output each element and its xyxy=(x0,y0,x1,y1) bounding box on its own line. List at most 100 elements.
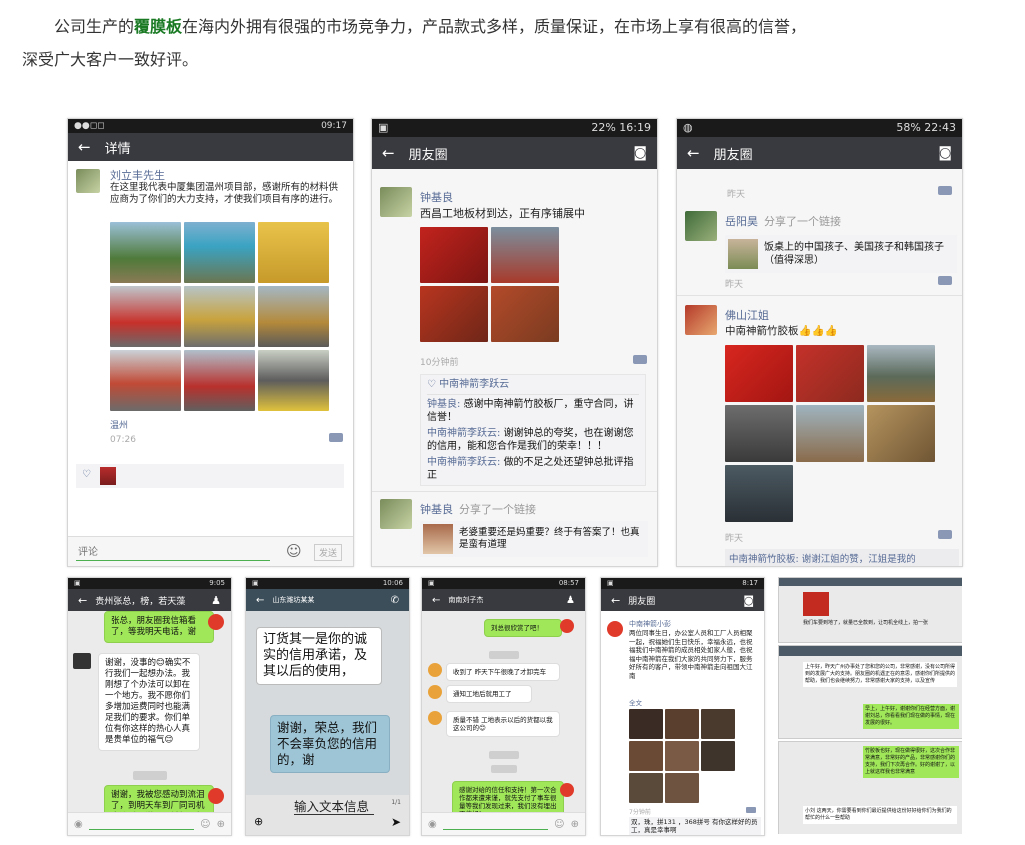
camera-icon[interactable]: ◙ xyxy=(633,145,647,161)
back-arrow-icon[interactable]: ← xyxy=(687,144,700,162)
photo[interactable] xyxy=(629,773,663,803)
divider xyxy=(372,491,657,492)
avatar[interactable] xyxy=(380,187,412,217)
avatar[interactable] xyxy=(607,621,623,637)
poster-name[interactable]: 岳阳昊 xyxy=(725,215,758,228)
photo[interactable] xyxy=(258,350,329,411)
header: ← 山东潍坊某某 ✆ xyxy=(246,589,409,611)
photo[interactable] xyxy=(491,227,559,283)
add-icon[interactable]: ⊕ xyxy=(254,815,263,828)
comment-icon[interactable] xyxy=(938,276,952,285)
back-arrow-icon[interactable]: ← xyxy=(78,138,91,156)
avatar[interactable] xyxy=(428,711,442,725)
photo[interactable] xyxy=(110,350,181,411)
back-arrow-icon[interactable]: ← xyxy=(78,594,87,607)
avatar[interactable] xyxy=(685,305,717,335)
poster-name[interactable]: 刘立丰先生 xyxy=(110,167,165,183)
camera-icon[interactable]: ◙ xyxy=(743,594,754,607)
emoji-icon[interactable]: ☺ xyxy=(200,819,210,830)
photo[interactable] xyxy=(725,345,793,402)
avatar[interactable] xyxy=(685,211,717,241)
photo[interactable] xyxy=(420,227,488,283)
avatar[interactable] xyxy=(428,685,442,699)
avatar[interactable] xyxy=(428,663,442,677)
photo[interactable] xyxy=(184,350,255,411)
photo[interactable] xyxy=(258,286,329,347)
comment-author[interactable]: 中南神箭李跃云 xyxy=(427,457,497,468)
photo[interactable] xyxy=(491,286,559,342)
photo[interactable] xyxy=(796,405,864,462)
comment-input[interactable] xyxy=(76,544,270,561)
poster-name[interactable]: 钟基良 xyxy=(420,503,453,516)
photo[interactable] xyxy=(629,709,663,739)
chat-input[interactable] xyxy=(442,819,549,830)
comment-icon[interactable] xyxy=(938,530,952,539)
emoji-icon[interactable]: ☺ xyxy=(286,542,302,560)
avatar[interactable] xyxy=(560,619,574,633)
shared-link[interactable]: 老婆重要还是妈重要？终于有答案了！也真是蛮有道理 xyxy=(420,521,648,557)
photo-grid xyxy=(110,222,329,411)
liker-avatar[interactable] xyxy=(100,467,116,485)
status-bar: ▣ 08:57 xyxy=(422,578,585,589)
photo[interactable] xyxy=(110,222,181,283)
emoji-icon[interactable]: ☺ xyxy=(554,819,564,830)
photo[interactable] xyxy=(725,465,793,522)
comment-icon[interactable] xyxy=(329,433,343,442)
back-arrow-icon[interactable]: ← xyxy=(382,144,395,162)
avatar[interactable] xyxy=(380,499,412,529)
poster-name[interactable]: 中南神箭小彭 xyxy=(629,619,671,629)
person-icon[interactable]: ♟ xyxy=(211,594,221,607)
comment-author[interactable]: 钟基良 xyxy=(427,399,457,410)
photo[interactable] xyxy=(184,286,255,347)
poster-name[interactable]: 佛山江姐 xyxy=(725,307,769,323)
header: ← 朋友圈 ◙ xyxy=(372,137,657,169)
voice-icon[interactable]: ◉ xyxy=(428,819,437,830)
photo[interactable] xyxy=(110,286,181,347)
photo[interactable] xyxy=(725,405,793,462)
avatar[interactable] xyxy=(76,169,100,193)
avatar[interactable] xyxy=(73,653,91,669)
photo[interactable] xyxy=(420,286,488,342)
comment-author[interactable]: 中南神箭李跃云 xyxy=(427,428,497,439)
photo[interactable] xyxy=(184,222,255,283)
photo[interactable] xyxy=(665,741,699,771)
photo[interactable] xyxy=(629,741,663,771)
message: 我们车要到地了，就量已全款到，让司机全线上，拍一张 xyxy=(803,620,929,626)
person-icon[interactable]: ♟ xyxy=(566,595,575,606)
send-button[interactable]: 发送 xyxy=(314,544,343,561)
photo[interactable] xyxy=(258,222,329,283)
photo[interactable] xyxy=(867,405,935,462)
voice-icon[interactable]: ◉ xyxy=(74,819,83,830)
photo[interactable] xyxy=(701,741,735,771)
comment-icon[interactable] xyxy=(746,807,756,813)
chat-input[interactable]: 输入文本信息 xyxy=(294,799,374,815)
phone-icon[interactable]: ✆ xyxy=(391,595,399,606)
intro-text-2: 在海内外拥有很强的市场竞争力，产品款式多样，质量保证，在市场上享有很高的信誉， xyxy=(182,17,807,36)
back-arrow-icon[interactable]: ← xyxy=(256,595,264,606)
photo[interactable] xyxy=(796,345,864,402)
photo[interactable] xyxy=(701,709,735,739)
location[interactable]: 温州 xyxy=(110,418,128,431)
liker-name[interactable]: 中南神箭李跃云 xyxy=(439,379,509,390)
comment-icon[interactable] xyxy=(938,186,952,195)
avatar[interactable] xyxy=(560,783,574,797)
camera-icon[interactable]: ◙ xyxy=(938,145,952,161)
poster-name[interactable]: 钟基良 xyxy=(420,189,453,205)
plus-icon[interactable]: ⊕ xyxy=(217,819,225,830)
back-arrow-icon[interactable]: ← xyxy=(611,594,620,607)
photo[interactable] xyxy=(803,592,829,616)
back-arrow-icon[interactable]: ← xyxy=(432,595,440,606)
avatar[interactable] xyxy=(208,788,224,804)
read-more-link[interactable]: 全文 xyxy=(629,697,642,707)
chat-input-bar: ◉ ☺ ⊕ xyxy=(422,812,585,835)
chat-input[interactable] xyxy=(88,819,195,830)
photo[interactable] xyxy=(665,773,699,803)
photo[interactable] xyxy=(665,709,699,739)
avatar[interactable] xyxy=(208,614,224,630)
comment-icon[interactable] xyxy=(633,355,647,364)
photo[interactable] xyxy=(867,345,935,402)
shared-link[interactable]: 饭桌上的中国孩子、美国孩子和韩国孩子（值得深思） xyxy=(725,235,957,273)
screenshot-moments-3: ▣ 8:17 ← 朋友圈 ◙ 中南神箭小彭 两位同事生日，办公室人员和工厂人员相聚… xyxy=(600,577,765,836)
send-icon[interactable]: ➤ xyxy=(391,815,401,829)
plus-icon[interactable]: ⊕ xyxy=(571,819,579,830)
